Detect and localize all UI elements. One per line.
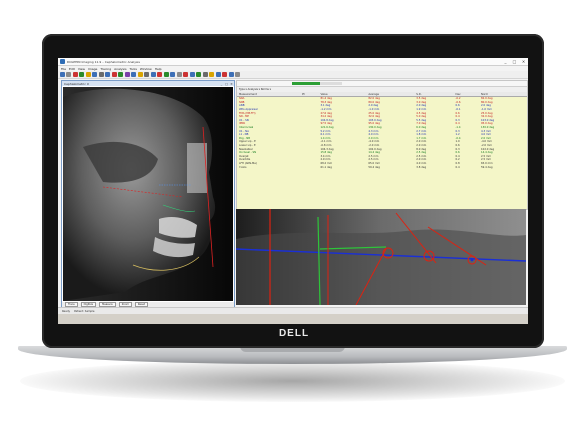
toolbar-button-10[interactable]	[118, 72, 123, 77]
toolbar-button-16[interactable]	[157, 72, 162, 77]
toolbar-button-26[interactable]	[222, 72, 227, 77]
menu-tracing[interactable]: Tracing	[100, 67, 111, 71]
toolbar-button-21[interactable]	[189, 72, 195, 77]
menu-view[interactable]: View	[78, 67, 85, 71]
toolbar-button-25[interactable]	[215, 72, 221, 77]
toolbar-button-2[interactable]	[66, 72, 71, 77]
app-icon	[60, 59, 65, 64]
analysis-overlay	[236, 209, 526, 305]
laptop-screen: DOLPHIN Imaging 11.9 – Cephalometric Ana…	[58, 58, 528, 324]
cephalometric-xray[interactable]	[63, 87, 233, 301]
status-left: Ready	[62, 309, 71, 313]
table-toolbar-text[interactable]: Type ▾ Analysis ▾ Norms ▾	[239, 88, 271, 91]
image-close-button[interactable]: ✕	[229, 82, 234, 86]
window-controls: _ □ ✕	[501, 59, 528, 65]
analysis-progress-fill	[292, 82, 320, 85]
menu-analysis[interactable]: Analysis	[114, 67, 126, 71]
toolbar-button-24[interactable]	[209, 72, 214, 77]
analysis-progress-bar	[292, 82, 342, 85]
xray-image	[63, 87, 233, 301]
laptop-shadow	[20, 360, 565, 402]
toolbar-button-13[interactable]	[137, 72, 143, 77]
menu-image[interactable]: Image	[88, 67, 97, 71]
toolbar-button-15[interactable]	[150, 72, 156, 77]
toolbar-button-18[interactable]	[170, 72, 175, 77]
toolbar-button-4[interactable]	[79, 72, 84, 77]
toolbar-button-3[interactable]	[72, 72, 78, 77]
app-titlebar: DOLPHIN Imaging 11.9 – Cephalometric Ana…	[58, 58, 528, 66]
toolbar-button-28[interactable]	[235, 72, 240, 77]
menu-edit[interactable]: Edit	[69, 67, 75, 71]
status-bar: Ready Patient: Sample	[58, 307, 528, 314]
toolbar-button-9[interactable]	[111, 72, 117, 77]
analysis-view[interactable]	[236, 209, 526, 305]
table-cell	[300, 165, 318, 169]
toolbar-button-12[interactable]	[131, 72, 136, 77]
table-cell: 59.4 deg	[481, 165, 493, 169]
cephalometric-image-window: Cephalometric X _ □ ✕ Trace Digitize Mea…	[61, 80, 235, 308]
toolbar-button-7[interactable]	[98, 72, 104, 77]
menu-tools[interactable]: Tools	[130, 67, 137, 71]
toolbar-button-1[interactable]	[59, 72, 65, 77]
toolbar-button-20[interactable]	[183, 72, 188, 77]
table-cell: 3.8 deg	[416, 165, 427, 169]
toolbar-button-23[interactable]	[202, 72, 208, 77]
status-right: Patient: Sample	[74, 309, 95, 313]
image-window-title: Cephalometric X	[64, 81, 89, 86]
taskbar	[58, 314, 528, 324]
toolbar-button-8[interactable]	[105, 72, 110, 77]
toolbar	[58, 71, 528, 79]
dell-logo: DELL	[278, 327, 310, 339]
maximize-button[interactable]: □	[510, 59, 519, 65]
minimize-button[interactable]: _	[501, 59, 510, 65]
toolbar-button-14[interactable]	[144, 72, 149, 77]
toolbar-button-11[interactable]	[124, 72, 130, 77]
table-row[interactable]: Y-Axis 61.1 deg 59.4 deg 3.8 deg 0.4 59.4 deg	[237, 165, 527, 169]
menu-window[interactable]: Window	[140, 67, 152, 71]
close-button[interactable]: ✕	[519, 59, 528, 65]
menu-help[interactable]: Help	[155, 67, 162, 71]
measurement-table-window: Type ▾ Analysis ▾ Norms ▾ Measurement Pt V…	[236, 80, 528, 210]
toolbar-button-5[interactable]	[85, 72, 91, 77]
image-window-titlebar: Cephalometric X _ □ ✕	[62, 81, 234, 86]
toolbar-button-6[interactable]	[92, 72, 97, 77]
table-cell: Y-Axis	[239, 165, 247, 169]
toolbar-button-27[interactable]	[228, 72, 234, 77]
toolbar-button-22[interactable]	[196, 72, 201, 77]
table-cell: 0.4	[455, 165, 460, 169]
measurement-table: Measurement Pt Value Average S.D. Dev Norm SNA…	[237, 92, 527, 169]
toolbar-button-17[interactable]	[163, 72, 169, 77]
table-cell: 61.1 deg	[320, 165, 332, 169]
menu-file[interactable]: File	[61, 67, 66, 71]
table-cell: 59.4 deg	[368, 165, 380, 169]
app-title: DOLPHIN Imaging 11.9 – Cephalometric Ana…	[67, 59, 140, 64]
toolbar-button-19[interactable]	[176, 72, 182, 77]
